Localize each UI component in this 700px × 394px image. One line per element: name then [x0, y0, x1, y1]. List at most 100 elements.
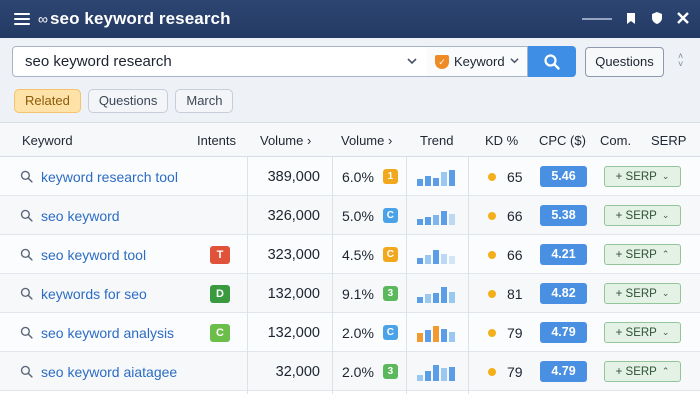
trend-bar [449, 331, 455, 342]
kd-cell: 66 [488, 196, 523, 235]
trend-bar [441, 328, 447, 342]
keyword-table: Keyword Intents Volume › Volume › Trend … [0, 122, 700, 394]
hamburger-menu-icon[interactable] [14, 13, 30, 25]
keyword-cell[interactable]: seo keyword aiatagee [20, 352, 177, 391]
serp-button[interactable]: + SERP ⌄ [604, 322, 681, 343]
chip-questions[interactable]: Questions [87, 89, 169, 113]
table-row[interactable]: seo keyword 326,000 5.0% C 66 5.38 + SER… [0, 196, 700, 235]
trend-bar [433, 292, 439, 303]
trend-bar [449, 291, 455, 303]
chip-march[interactable]: March [175, 89, 234, 113]
trend-cell [417, 235, 457, 274]
search-type-select[interactable]: ✓ Keyword [427, 46, 528, 77]
chevron-icon: ⌄ [661, 171, 670, 181]
keyword-link[interactable]: seo keyword aiatagee [41, 364, 177, 380]
volume-pct-cell: 5.0% C [342, 196, 398, 235]
volume-pct: 5.0% [342, 207, 374, 224]
scroll-arrows-icon[interactable]: ˄ ˅ [678, 52, 683, 69]
table-row[interactable]: keyword research tool 389,000 6.0% 1 65 … [0, 157, 700, 196]
trend-sparkline [417, 325, 455, 342]
serp-button[interactable]: + SERP ⌃ [604, 361, 681, 382]
kd-dot [488, 328, 496, 337]
search-icon [20, 170, 33, 183]
trend-bar [417, 257, 423, 264]
serp-button[interactable]: + SERP ⌄ [604, 205, 681, 226]
trend-bar [425, 293, 431, 303]
col-volume-pct[interactable]: Volume › [341, 133, 392, 148]
col-kd[interactable]: KD % [485, 133, 518, 148]
bookmark-icon[interactable] [624, 11, 638, 28]
search-box[interactable] [12, 46, 428, 77]
search-input[interactable] [25, 53, 395, 70]
chevron-icon: ⌄ [661, 288, 670, 298]
col-volume[interactable]: Volume › [260, 133, 311, 148]
questions-button[interactable]: Questions [585, 47, 664, 77]
table-header: Keyword Intents Volume › Volume › Trend … [0, 123, 700, 157]
trend-bar [449, 366, 455, 381]
kd-cell: 79 [488, 313, 523, 352]
trend-sparkline [417, 210, 455, 225]
search-button[interactable] [528, 46, 576, 77]
cpc-cell: 5.46 [540, 157, 587, 196]
volume-value: 32,000 [275, 363, 320, 380]
table-row[interactable]: seo keyword analysis C 132,000 2.0% C 79… [0, 313, 700, 352]
kd-cell: 65 [488, 157, 523, 196]
chip-related[interactable]: Related [14, 89, 81, 113]
search-icon [20, 365, 33, 378]
keyword-cell[interactable]: seo keyword [20, 196, 120, 235]
score-badge: C [382, 325, 398, 340]
serp-label: + SERP [615, 209, 657, 222]
serp-label: + SERP [615, 287, 657, 300]
search-icon [20, 248, 33, 261]
keyword-cell[interactable]: seo keyword tool [20, 235, 146, 274]
keyword-link[interactable]: seo keyword analysis [41, 325, 174, 341]
serp-button[interactable]: + SERP ⌄ [604, 283, 681, 304]
volume-value: 323,000 [267, 246, 320, 263]
trend-bar [449, 255, 455, 264]
col-intents[interactable]: Intents [197, 133, 236, 148]
serp-button[interactable]: + SERP ⌃ [604, 244, 681, 265]
table-row[interactable]: seo keyword tool T 323,000 4.5% C 66 4.2… [0, 235, 700, 274]
shield-icon[interactable] [650, 11, 664, 28]
keyword-cell[interactable]: keyword research tool [20, 157, 178, 196]
col-cpc[interactable]: CPC ($) [539, 133, 586, 148]
col-serp[interactable]: SERP [651, 133, 686, 148]
kd-value: 79 [507, 324, 523, 341]
close-icon[interactable] [676, 11, 690, 28]
serp-cell: + SERP ⌄ [604, 196, 681, 235]
trend-bar [433, 249, 439, 264]
score-badge: C [382, 247, 398, 262]
col-trend[interactable]: Trend [420, 133, 453, 148]
keyword-link[interactable]: seo keyword [41, 208, 120, 224]
keyword-cell[interactable]: seo keyword analysis [20, 313, 174, 352]
score-badge: 1 [382, 169, 398, 184]
table-row[interactable]: seo keyword aiatagee 32,000 2.0% 3 79 4.… [0, 352, 700, 391]
serp-cell: + SERP ⌃ [604, 352, 681, 391]
trend-bar [417, 374, 423, 381]
volume-pct-cell: 2.0% C [342, 313, 398, 352]
intent-badge: C [210, 323, 230, 342]
trend-sparkline [417, 249, 455, 264]
intent-badge: D [210, 284, 230, 303]
kd-dot [488, 289, 496, 298]
volume-pct-cell: 4.5% C [342, 235, 398, 274]
trend-bar [417, 178, 423, 186]
keyword-link[interactable]: seo keyword tool [41, 247, 146, 263]
keyword-cell[interactable]: keywords for seo [20, 274, 147, 313]
intent-cell: T [210, 235, 230, 274]
cpc-badge: 5.46 [540, 166, 587, 187]
volume-value: 132,000 [267, 324, 320, 341]
serp-button[interactable]: + SERP ⌄ [604, 166, 681, 187]
col-keyword[interactable]: Keyword [22, 133, 73, 148]
window-title: seo keyword research [49, 9, 231, 28]
table-row[interactable]: keywords for seo D 132,000 9.1% 3 81 4.8… [0, 274, 700, 313]
col-com[interactable]: Com. [600, 133, 631, 148]
keyword-link[interactable]: keyword research tool [41, 169, 178, 185]
intent-cell: C [210, 313, 230, 352]
minimize-bar-icon[interactable] [582, 18, 612, 20]
keyword-link[interactable]: keywords for seo [41, 286, 147, 302]
trend-bar [449, 169, 455, 186]
chevron-down-icon[interactable] [407, 55, 417, 69]
trend-cell [417, 157, 457, 196]
score-badge: C [382, 208, 398, 223]
